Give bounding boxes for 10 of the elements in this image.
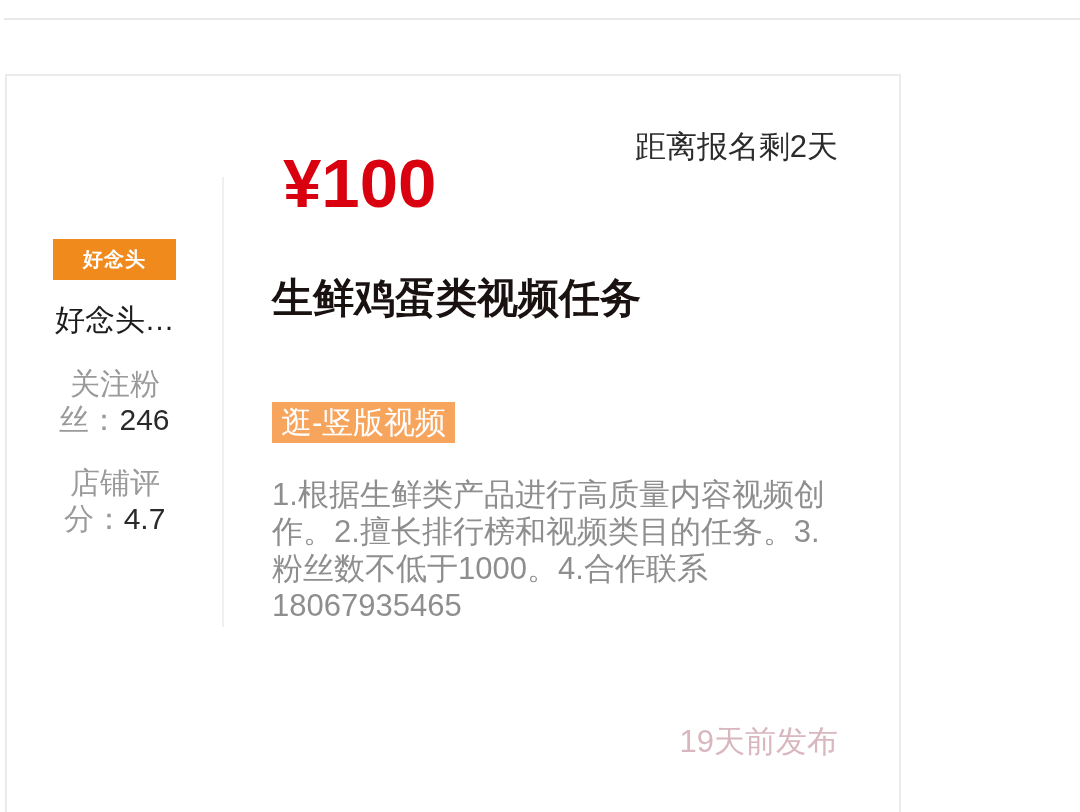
shop-name: 好念头…: [54, 302, 175, 338]
task-description: 1.根据生鲜类产品进行高质量内容视频创作。2.擅长排行榜和视频类目的任务。3.粉丝数不低于1000。4.合作联系18067935465: [272, 476, 826, 624]
task-title: 生鲜鸡蛋类视频任务: [272, 274, 642, 322]
shop-stat: 关注粉丝：246: [58, 366, 171, 438]
deadline-text: 距离报名剩2天: [634, 129, 838, 165]
task-tag: 逛-竖版视频: [272, 402, 456, 443]
shop-logo: 好念头: [53, 239, 176, 280]
shop-stat: 店铺评分：4.7: [62, 465, 167, 537]
reward-amount: ¥100: [283, 151, 437, 217]
posted-time: 19天前发布: [678, 724, 838, 760]
